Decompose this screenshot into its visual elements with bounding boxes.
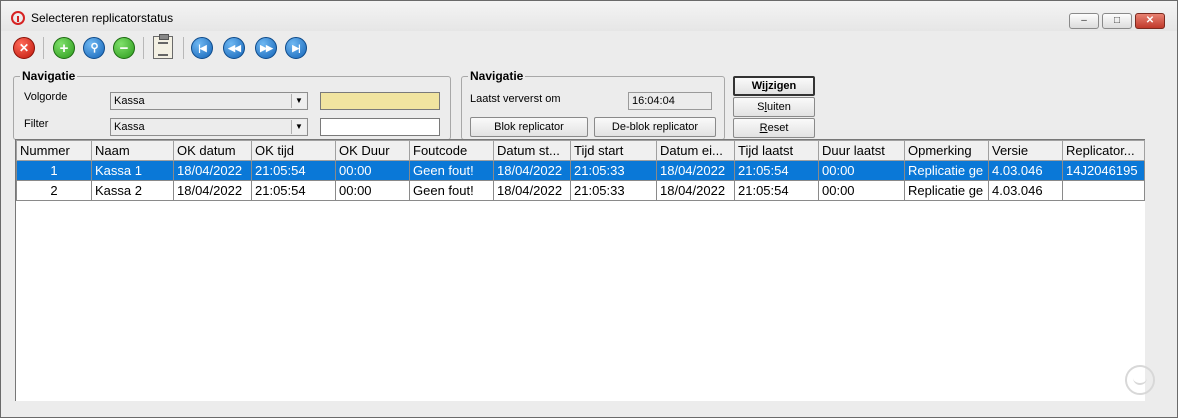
table-cell: 21:05:54 xyxy=(251,180,336,201)
column-header-versie[interactable]: Versie xyxy=(988,140,1063,161)
column-header-foutcode[interactable]: Foutcode xyxy=(409,140,494,161)
toolbar-separator xyxy=(43,37,44,59)
table-cell: 21:05:33 xyxy=(570,160,657,181)
minimize-button[interactable]: – xyxy=(1069,13,1099,29)
table-cell: Replicatie ge xyxy=(904,180,989,201)
app-logo-icon xyxy=(11,11,25,25)
wijzigen-label-start: W xyxy=(751,80,763,92)
search-input[interactable] xyxy=(320,92,440,110)
table-cell: 00:00 xyxy=(335,160,410,181)
table-cell: 18/04/2022 xyxy=(493,160,571,181)
sluiten-button[interactable]: Sluiten xyxy=(733,97,815,117)
chevron-down-icon[interactable]: ▼ xyxy=(291,120,306,134)
table-cell: Geen fout! xyxy=(409,180,494,201)
filter-select[interactable]: Kassa ▼ xyxy=(110,118,308,136)
block-replicator-button[interactable]: Blok replicator xyxy=(470,117,588,137)
column-header-nummer[interactable]: Nummer xyxy=(16,140,92,161)
table-cell: 21:05:54 xyxy=(734,160,819,181)
sluiten-label-end: uiten xyxy=(766,101,791,113)
refresh-label: Laatst ververst om xyxy=(470,93,561,105)
table-cell: 2 xyxy=(16,180,92,201)
table-cell: Geen fout! xyxy=(409,160,494,181)
filter-label: Filter xyxy=(24,118,49,130)
previous-record-icon[interactable]: ◀◀ xyxy=(223,37,245,59)
toolbar-separator xyxy=(143,37,144,59)
table-cell: Replicatie ge xyxy=(904,160,989,181)
wijzigen-label-end: jzigen xyxy=(765,80,797,92)
sluiten-label-start: S xyxy=(757,101,765,113)
table-cell: 21:05:54 xyxy=(251,160,336,181)
group-legend: Navigatie xyxy=(20,69,78,83)
table-row[interactable]: 2 Kassa 2 18/04/2022 21:05:54 00:00 Geen… xyxy=(16,180,1145,201)
add-icon[interactable]: + xyxy=(53,37,75,59)
horizontal-scrollbar[interactable] xyxy=(15,401,1163,415)
remove-icon[interactable]: − xyxy=(113,37,135,59)
vertical-scrollbar[interactable] xyxy=(1145,139,1163,401)
table-cell: 18/04/2022 xyxy=(173,180,252,201)
column-header-tijd-start[interactable]: Tijd start xyxy=(570,140,657,161)
maximize-button[interactable]: □ xyxy=(1102,13,1132,29)
window: Selecteren replicatorstatus – □ ✕ ✕ + ⚲ … xyxy=(0,0,1178,418)
column-header-ok-duur[interactable]: OK Duur xyxy=(335,140,410,161)
reset-label-end: eset xyxy=(767,122,789,134)
wijzigen-button[interactable]: Wijzigen xyxy=(733,76,815,96)
table-cell: 18/04/2022 xyxy=(493,180,571,201)
table-cell: 18/04/2022 xyxy=(656,180,735,201)
table-cell: 1 xyxy=(16,160,92,181)
table-cell: 14J2046195 xyxy=(1062,160,1145,181)
table-cell: 21:05:33 xyxy=(570,180,657,201)
column-header-datum-einde[interactable]: Datum ei... xyxy=(656,140,735,161)
watermark-logo-icon xyxy=(1125,365,1155,395)
table-cell: Kassa 2 xyxy=(91,180,174,201)
table-cell: Kassa 1 xyxy=(91,160,174,181)
table-cell: 18/04/2022 xyxy=(173,160,252,181)
volgorde-label: Volgorde xyxy=(24,91,68,103)
window-title: Selecteren replicatorstatus xyxy=(31,11,174,25)
table-cell: 00:00 xyxy=(818,160,905,181)
title-bar: Selecteren replicatorstatus – □ ✕ xyxy=(1,1,1177,31)
table-header-row: Nummer Naam OK datum OK tijd OK Duur Fou… xyxy=(16,140,1145,161)
close-record-icon[interactable]: ✕ xyxy=(13,37,35,59)
table-cell: 4.03.046 xyxy=(988,180,1063,201)
filter-text-input[interactable] xyxy=(320,118,440,136)
table-cell: 18/04/2022 xyxy=(656,160,735,181)
table-cell xyxy=(1062,180,1145,201)
table-cell: 00:00 xyxy=(335,180,410,201)
column-header-tijd-laatst[interactable]: Tijd laatst xyxy=(734,140,819,161)
first-record-icon[interactable]: |◀ xyxy=(191,37,213,59)
toolbar-separator xyxy=(183,37,184,59)
table-cell: 00:00 xyxy=(818,180,905,201)
group-legend: Navigatie xyxy=(468,69,526,83)
reset-button[interactable]: Reset xyxy=(733,118,815,138)
table-cell: 4.03.046 xyxy=(988,160,1063,181)
navigation-group-order: Navigatie Volgorde Kassa ▼ Filter Kassa … xyxy=(13,69,451,140)
toolbar: ✕ + ⚲ − |◀ ◀◀ ▶▶ ▶| xyxy=(1,31,1177,65)
reset-accelerator: R xyxy=(759,122,768,134)
volgorde-select[interactable]: Kassa ▼ xyxy=(110,92,308,110)
column-header-ok-datum[interactable]: OK datum xyxy=(173,140,252,161)
volgorde-value: Kassa xyxy=(114,95,145,107)
replicator-status-grid[interactable]: Nummer Naam OK datum OK tijd OK Duur Fou… xyxy=(15,139,1146,402)
refresh-time-field: 16:04:04 xyxy=(628,92,712,110)
column-header-datum-start[interactable]: Datum st... xyxy=(493,140,571,161)
next-record-icon[interactable]: ▶▶ xyxy=(255,37,277,59)
column-header-ok-tijd[interactable]: OK tijd xyxy=(251,140,336,161)
column-header-opmerking[interactable]: Opmerking xyxy=(904,140,989,161)
search-icon[interactable]: ⚲ xyxy=(83,37,105,59)
close-window-button[interactable]: ✕ xyxy=(1135,13,1165,29)
table-row[interactable]: 1 Kassa 1 18/04/2022 21:05:54 00:00 Geen… xyxy=(16,160,1145,181)
last-record-icon[interactable]: ▶| xyxy=(285,37,307,59)
column-header-replicator[interactable]: Replicator... xyxy=(1062,140,1145,161)
chevron-down-icon[interactable]: ▼ xyxy=(291,94,306,108)
column-header-naam[interactable]: Naam xyxy=(91,140,174,161)
clipboard-edit-icon[interactable] xyxy=(153,34,173,59)
status-table: Nummer Naam OK datum OK tijd OK Duur Fou… xyxy=(16,140,1145,201)
unblock-replicator-button[interactable]: De-blok replicator xyxy=(594,117,716,137)
column-header-duur-laatst[interactable]: Duur laatst xyxy=(818,140,905,161)
table-cell: 21:05:54 xyxy=(734,180,819,201)
filter-value: Kassa xyxy=(114,121,145,133)
navigation-group-refresh: Navigatie Laatst ververst om 16:04:04 Bl… xyxy=(461,69,725,140)
